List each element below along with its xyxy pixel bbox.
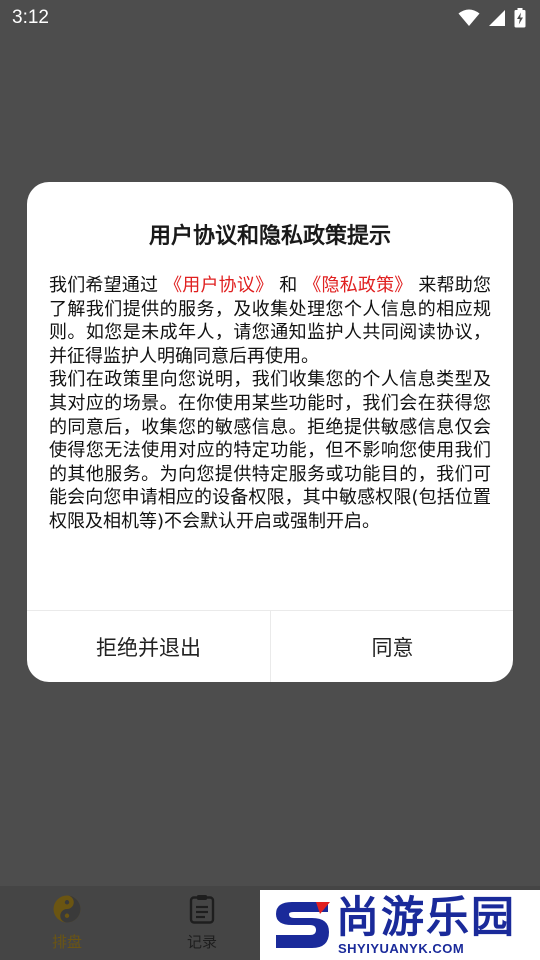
- yin-yang-icon: [52, 894, 82, 928]
- privacy-dialog: 用户协议和隐私政策提示 我们希望通过 《用户协议》 和 《隐私政策》 来帮助您了…: [27, 182, 513, 682]
- nav-label-paipan: 排盘: [51, 933, 82, 951]
- status-bar: 3:12: [0, 0, 540, 36]
- reject-exit-button[interactable]: 拒绝并退出: [27, 611, 270, 682]
- user-agreement-link[interactable]: 《用户协议》: [164, 275, 273, 296]
- wifi-icon: [458, 9, 480, 27]
- signal-icon: [488, 9, 506, 27]
- battery-charging-icon: [514, 8, 526, 28]
- clipboard-icon: [189, 894, 215, 928]
- dialog-paragraph-2: 我们在政策里向您说明，我们收集您的个人信息类型及其对应的场景。在你使用某些功能时…: [49, 369, 491, 532]
- p1-and: 和: [279, 275, 298, 296]
- status-icons: [458, 8, 526, 28]
- nav-label-jilu: 记录: [186, 933, 217, 951]
- dialog-paragraph-1: 我们希望通过 《用户协议》 和 《隐私政策》 来帮助您了解我们提供的服务，及收集…: [49, 274, 491, 368]
- nav-item-paipan[interactable]: 排盘: [37, 894, 97, 956]
- privacy-policy-link[interactable]: 《隐私政策》: [303, 275, 412, 296]
- watermark-url: SHYIYUANYK.COM: [338, 941, 465, 956]
- p1-prefix: 我们希望通过: [49, 275, 159, 296]
- dialog-body: 我们希望通过 《用户协议》 和 《隐私政策》 来帮助您了解我们提供的服务，及收集…: [49, 274, 491, 534]
- s-logo-icon: [272, 896, 332, 958]
- nav-item-jilu[interactable]: 记录: [172, 894, 232, 956]
- agree-button[interactable]: 同意: [271, 611, 513, 682]
- watermark-brand: 尚游乐园: [336, 893, 516, 943]
- status-time: 3:12: [12, 7, 49, 28]
- dialog-title: 用户协议和隐私政策提示: [148, 224, 391, 249]
- watermark-logo: 尚游乐园 SHYIYUANYK.COM: [260, 890, 540, 960]
